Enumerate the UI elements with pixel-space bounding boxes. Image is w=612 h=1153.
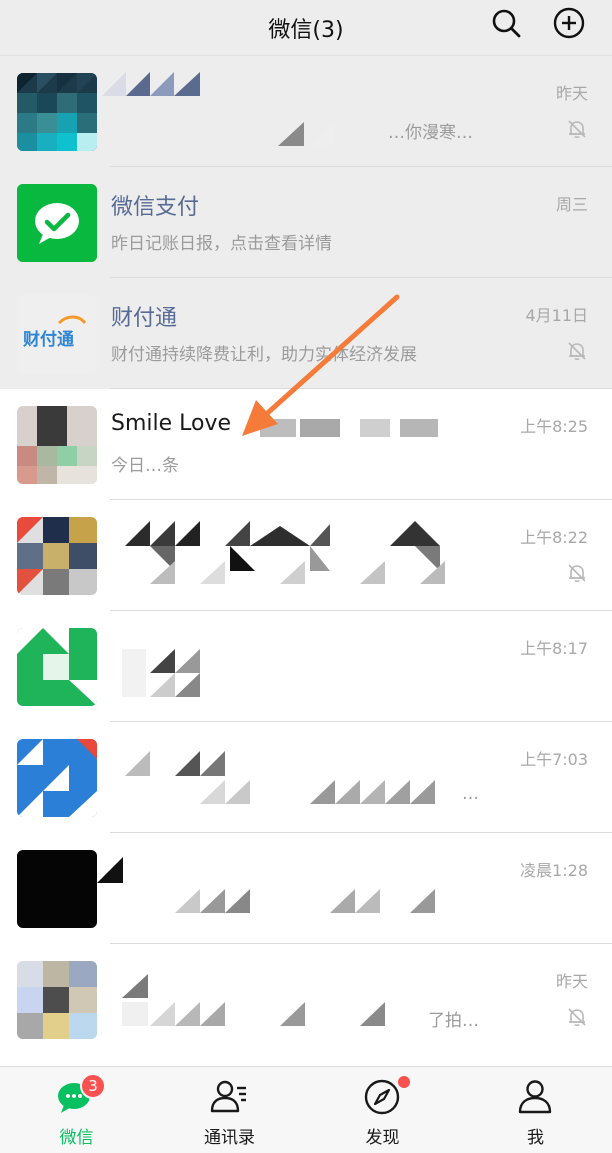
chat-time: 昨天 bbox=[555, 972, 588, 991]
redacted-name bbox=[102, 72, 200, 96]
redacted-preview bbox=[278, 122, 334, 146]
chat-row[interactable]: … 上午7:03 bbox=[0, 722, 612, 833]
chat-time: 昨天 bbox=[555, 84, 588, 103]
chat-preview: …你漫寒… bbox=[388, 123, 473, 143]
top-navigation-bar: 微信(3) bbox=[0, 0, 612, 56]
bell-off-icon bbox=[568, 342, 586, 361]
bell-off-icon bbox=[568, 564, 586, 583]
avatar-logo-text: 财付通 bbox=[23, 330, 74, 350]
chat-time: 上午8:25 bbox=[520, 417, 588, 436]
avatar bbox=[17, 961, 97, 1039]
chat-name: 财付通 bbox=[111, 306, 178, 331]
compass-icon bbox=[364, 1079, 400, 1115]
avatar bbox=[17, 628, 97, 706]
tab-me[interactable]: 我 bbox=[459, 1067, 612, 1153]
chat-row[interactable]: 凌晨1:28 bbox=[0, 833, 612, 944]
avatar: 财付通 bbox=[17, 295, 97, 373]
chat-name: Smile Love bbox=[111, 411, 232, 436]
person-icon bbox=[518, 1080, 552, 1114]
avatar bbox=[17, 517, 97, 595]
redacted-content bbox=[97, 857, 123, 883]
wechat-pay-icon bbox=[17, 184, 97, 262]
tab-label: 发现 bbox=[365, 1128, 400, 1148]
tab-label: 通讯录 bbox=[204, 1128, 255, 1148]
chat-preview: 昨日记账日报，点击查看详情 bbox=[111, 234, 332, 254]
chat-row[interactable]: 微信支付 昨日记账日报，点击查看详情 周三 bbox=[0, 167, 612, 278]
tab-discover[interactable]: 发现 bbox=[306, 1067, 459, 1153]
search-icon[interactable] bbox=[489, 6, 523, 40]
chat-preview: 了拍… bbox=[428, 1011, 479, 1031]
chat-row[interactable]: 财付通 财付通 财付通持续降费让利，助力实体经济发展 4月11日 bbox=[0, 278, 612, 389]
avatar bbox=[17, 184, 97, 262]
avatar bbox=[17, 406, 97, 484]
chat-preview: 财付通持续降费让利，助力实体经济发展 bbox=[111, 345, 417, 365]
page-title: 微信(3) bbox=[268, 17, 344, 43]
bell-off-icon bbox=[568, 120, 586, 139]
chat-row[interactable]: Smile Love 今日…条 上午8:25 bbox=[0, 389, 612, 500]
plus-circle-icon[interactable] bbox=[552, 6, 586, 40]
chat-row[interactable]: 上午8:17 bbox=[0, 611, 612, 722]
chat-preview: 今日…条 bbox=[111, 456, 179, 476]
chat-preview: … bbox=[462, 784, 479, 804]
redacted-name bbox=[260, 419, 438, 437]
tab-label: 微信 bbox=[59, 1128, 94, 1148]
redacted-content bbox=[122, 649, 200, 697]
chat-time: 上午8:17 bbox=[520, 639, 588, 658]
chat-time: 凌晨1:28 bbox=[520, 861, 588, 880]
tab-chats[interactable]: 3 微信 bbox=[0, 1067, 153, 1153]
redacted-content bbox=[175, 889, 435, 913]
bottom-tab-bar: 3 微信 通讯录 发现 我 bbox=[0, 1066, 612, 1153]
redacted-content bbox=[125, 751, 435, 804]
chat-row[interactable]: 了拍… 昨天 bbox=[0, 944, 612, 1055]
unread-badge: 3 bbox=[80, 1073, 106, 1099]
bell-off-icon bbox=[568, 1008, 586, 1027]
chat-time: 周三 bbox=[555, 195, 588, 214]
chat-row[interactable]: …你漫寒… 昨天 bbox=[0, 56, 612, 167]
chat-time: 上午7:03 bbox=[520, 750, 588, 769]
notification-dot bbox=[398, 1076, 410, 1088]
redacted-content bbox=[125, 521, 445, 584]
chat-list[interactable]: …你漫寒… 昨天 微信支付 昨日记账日报，点击查看详情 周三 财付通 财付通 财… bbox=[0, 56, 612, 1066]
avatar bbox=[17, 739, 97, 817]
tab-label: 我 bbox=[527, 1128, 544, 1148]
chat-time: 上午8:22 bbox=[520, 528, 588, 547]
chat-time: 4月11日 bbox=[525, 306, 588, 325]
tab-contacts[interactable]: 通讯录 bbox=[153, 1067, 306, 1153]
redacted-content bbox=[122, 974, 385, 1026]
avatar bbox=[17, 73, 97, 151]
avatar bbox=[17, 850, 97, 928]
chat-name: 微信支付 bbox=[111, 195, 200, 220]
chat-row[interactable]: 上午8:22 bbox=[0, 500, 612, 611]
contacts-icon bbox=[210, 1080, 246, 1113]
